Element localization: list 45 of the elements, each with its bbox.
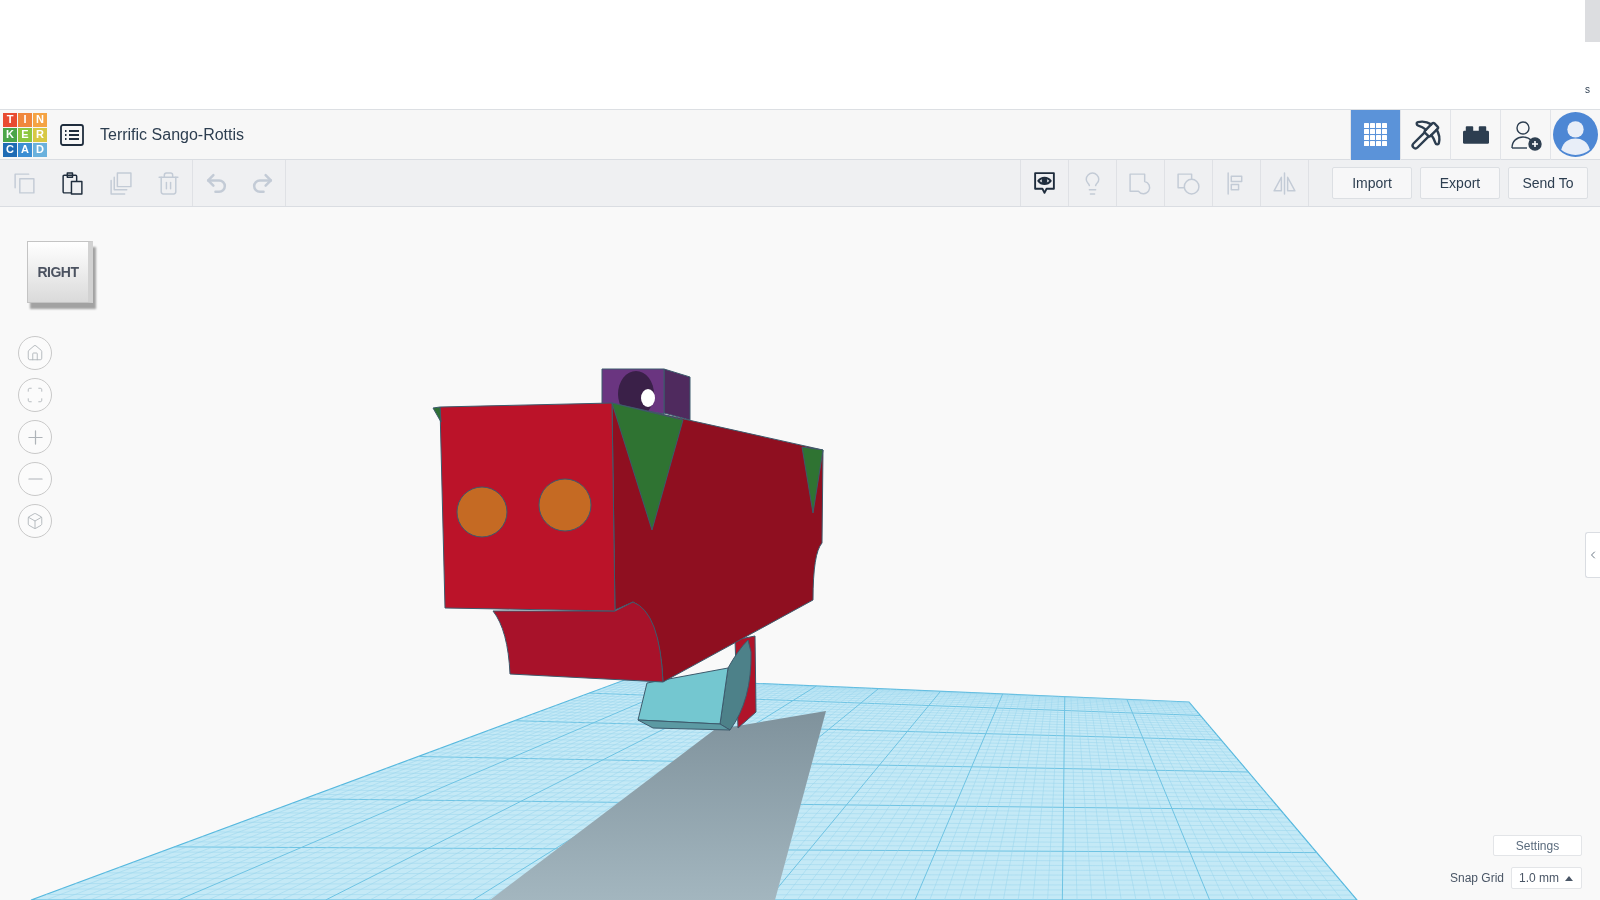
toolbar-button[interactable]: Export xyxy=(1420,167,1500,199)
duplicate-icon xyxy=(107,170,133,196)
fit-corners-icon xyxy=(26,386,44,404)
project-title: Terrific Sango-Rottis xyxy=(100,124,245,145)
corner-label: s xyxy=(1585,85,1590,95)
zoom-in-button[interactable] xyxy=(18,420,52,454)
logo-tile: E xyxy=(18,127,32,142)
avatar-icon xyxy=(1553,112,1598,157)
logo-tile: D xyxy=(33,142,47,157)
logo-tile: N xyxy=(33,112,47,127)
perspective-button[interactable] xyxy=(18,504,52,538)
eye-bubble-icon xyxy=(1032,170,1057,196)
toolbar-button[interactable]: Send To xyxy=(1508,167,1588,199)
cube-icon xyxy=(26,512,44,530)
home-icon xyxy=(26,344,44,362)
trash-icon xyxy=(155,170,181,196)
toolbar-button[interactable]: Import xyxy=(1332,167,1412,199)
logo-tile: R xyxy=(33,127,47,142)
list-icon xyxy=(60,123,84,146)
plus-icon xyxy=(27,429,43,445)
logo-tile: A xyxy=(18,142,32,157)
logo-tile: I xyxy=(18,112,32,127)
zoom-out-button[interactable] xyxy=(18,462,52,496)
minus-icon xyxy=(27,478,43,480)
mirror-icon xyxy=(1272,170,1297,196)
pickaxe-icon xyxy=(1409,118,1442,151)
brick-icon xyxy=(1462,125,1489,144)
grid-icon xyxy=(1364,123,1387,146)
fit-view-button[interactable] xyxy=(18,378,52,412)
collapse-panel-button[interactable] xyxy=(1585,532,1600,578)
clipboard-icon xyxy=(59,170,85,196)
view-cube[interactable]: RIGHT xyxy=(27,241,93,303)
snap-grid-dropdown[interactable]: 1.0 mm xyxy=(1511,867,1582,889)
square-circle-icon xyxy=(1176,170,1201,196)
snap-grid-label: Snap Grid xyxy=(1449,870,1504,887)
scrollbar-thumb[interactable] xyxy=(1585,0,1600,42)
logo-tile: C xyxy=(3,142,17,157)
copy-icon xyxy=(11,170,37,196)
group-shape-icon xyxy=(1128,170,1153,196)
home-view-button[interactable] xyxy=(18,336,52,370)
settings-button[interactable]: Settings xyxy=(1493,835,1582,856)
logo-tile: T xyxy=(3,112,17,127)
user-add-icon xyxy=(1509,118,1542,151)
caret-up-icon xyxy=(1565,875,1573,881)
logo-tile: K xyxy=(3,127,17,142)
